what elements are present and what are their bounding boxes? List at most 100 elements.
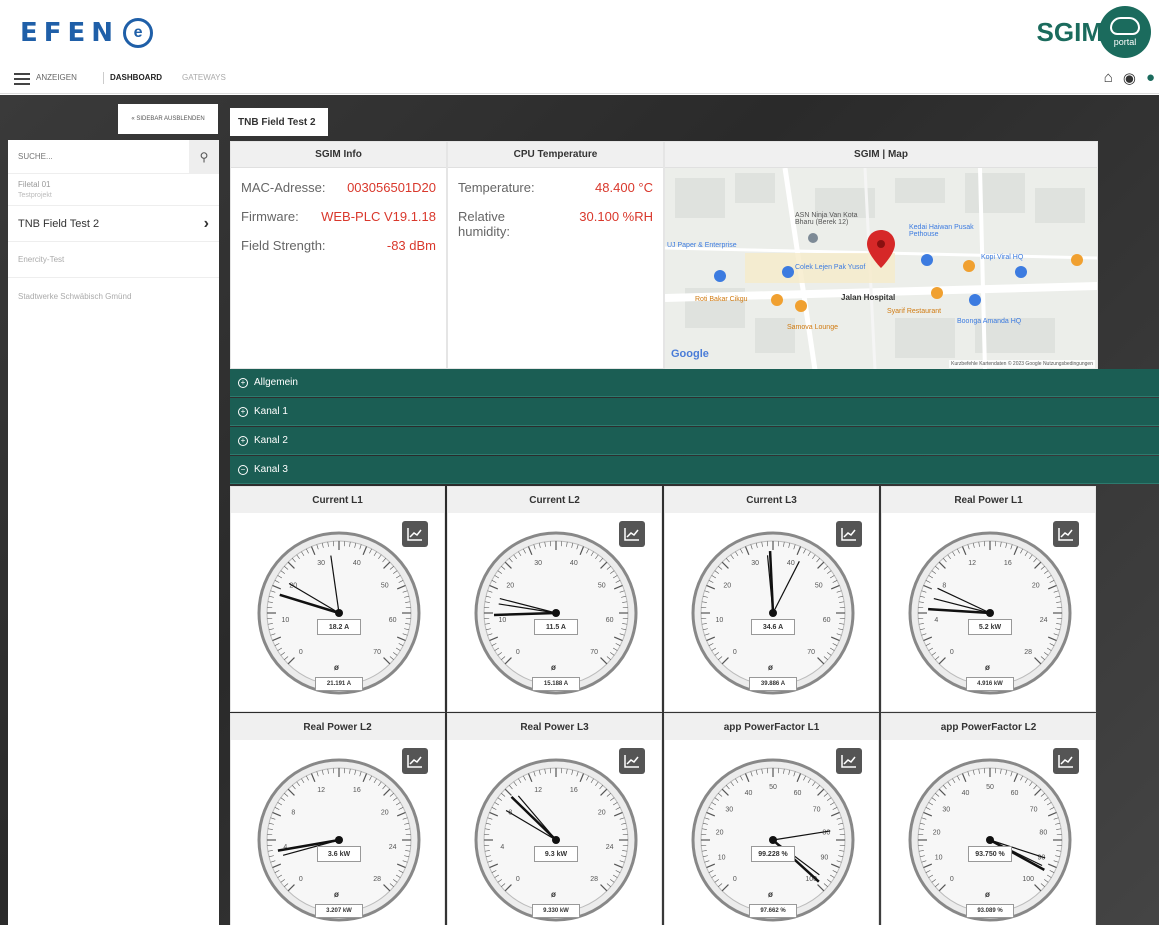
- panel-title: SGIM | Map: [665, 142, 1097, 168]
- gauge-tick-label: 40: [570, 560, 578, 567]
- gauge-tick-label: 40: [962, 790, 970, 797]
- gauge-average: 97.662 %: [749, 904, 797, 918]
- expand-icon: +: [238, 406, 248, 417]
- gauge-tick-label: 12: [534, 787, 542, 794]
- gauge-tick-label: 10: [935, 855, 943, 862]
- gauge-tick-label: 70: [373, 649, 381, 656]
- sidebar-item-stadtwerke[interactable]: Stadtwerke Schwäbisch Gmünd: [8, 278, 219, 314]
- gauge-tick-label: 16: [353, 787, 361, 794]
- gauge-tick-label: 28: [373, 876, 381, 883]
- cpu-temperature-panel: CPU Temperature Temperature: 48.400 °C R…: [447, 141, 664, 369]
- app-header: EFEN e SGIM portal: [0, 0, 1159, 64]
- map-label: Kedai Haiwan Pusak Pethouse: [909, 224, 974, 238]
- gauge-average: 9.330 kW: [532, 904, 580, 918]
- search-input[interactable]: [8, 140, 189, 173]
- efen-logo[interactable]: EFEN e: [20, 18, 154, 48]
- expand-icon: +: [238, 377, 248, 388]
- gauge-tick-label: 20: [716, 830, 724, 837]
- gauge-tick-label: 30: [534, 560, 542, 567]
- panel-title: CPU Temperature: [448, 142, 663, 168]
- gauge-tick-label: 80: [1039, 830, 1047, 837]
- info-row-humidity: Relative humidity: 30.100 %RH: [448, 209, 663, 239]
- gauge-tick-label: 30: [751, 560, 759, 567]
- tab-tnb-field-test[interactable]: TNB Field Test 2: [230, 108, 328, 136]
- gauge-title: Current L1: [231, 487, 444, 513]
- gauge-tick-label: 40: [787, 560, 795, 567]
- gauge-value: 99.228 %: [751, 846, 795, 862]
- menu-icon[interactable]: [14, 73, 30, 85]
- gauge-tick-label: 10: [718, 855, 726, 862]
- gauge-title: Real Power L3: [448, 714, 661, 740]
- average-icon: ø: [551, 663, 556, 672]
- sidebar-item-label: Enercity-Test: [18, 255, 65, 264]
- gauge-tick-label: 20: [1032, 582, 1040, 589]
- gauge-tick-label: 50: [815, 582, 823, 589]
- gauge-tick-label: 20: [506, 582, 514, 589]
- gauge-tick-label: 0: [516, 649, 520, 656]
- gauge-average: 3.207 kW: [315, 904, 363, 918]
- gauge-card: Current L101020304050607018.2 Aø21.191 A: [230, 486, 445, 712]
- gauge-tick-label: 50: [769, 784, 777, 791]
- gauge-tick-label: 12: [968, 560, 976, 567]
- gauge-tick-label: 24: [389, 844, 397, 851]
- google-logo: Google: [671, 348, 709, 360]
- gauge-tick-label: 40: [353, 560, 361, 567]
- sgim-portal-logo: SGIM portal: [1037, 6, 1151, 58]
- gauge-tick-label: 100: [1022, 876, 1034, 883]
- user-icon[interactable]: ●: [1146, 69, 1155, 87]
- mac-value: 003056501D20: [347, 180, 436, 195]
- nav-dashboard-link[interactable]: DASHBOARD: [110, 73, 162, 82]
- gauge-tick-label: 0: [733, 649, 737, 656]
- gauge-tick-label: 30: [725, 806, 733, 813]
- globe-icon[interactable]: ◉: [1123, 69, 1136, 87]
- nav-show-link[interactable]: ANZEIGEN: [36, 73, 77, 82]
- gauge-tick-label: 28: [1024, 649, 1032, 656]
- map-label: Jalan Hospital: [841, 293, 896, 302]
- info-row-mac: MAC-Adresse: 003056501D20: [231, 180, 446, 195]
- collapse-icon: −: [238, 464, 248, 475]
- nav-divider: [103, 72, 104, 84]
- logo-text: EFEN: [20, 18, 120, 48]
- sgim-info-panel: SGIM Info MAC-Adresse: 003056501D20 Firm…: [230, 141, 447, 369]
- gauge-tick-label: 60: [823, 617, 831, 624]
- map-panel: SGIM | Map ASN Ninja Van Kota Bharu (Ber…: [664, 141, 1098, 370]
- gauge-average: 39.886 A: [749, 677, 797, 691]
- gauge-tick-label: 10: [281, 617, 289, 624]
- gauge-title: Current L3: [665, 487, 878, 513]
- map-view[interactable]: ASN Ninja Van Kota Bharu (Berek 12) Keda…: [665, 168, 1097, 370]
- gauge-tick-label: 0: [950, 649, 954, 656]
- hide-sidebar-button[interactable]: « SIDEBAR AUSBLENDEN: [118, 104, 218, 134]
- gauge-tick-label: 16: [570, 787, 578, 794]
- search-icon[interactable]: ⚲: [189, 140, 219, 173]
- gauge-tick-label: 70: [813, 806, 821, 813]
- map-label: Syarif Restaurant: [887, 308, 942, 315]
- gauge-tick-label: 0: [516, 876, 520, 883]
- gauge-card: Real Power L1 0 4 8 12 16 20 24 28 5.2 kW ø 4.916 k…: [881, 486, 1096, 712]
- field-strength-label: Field Strength:: [241, 238, 326, 253]
- gauge-average: 15.188 A: [532, 677, 580, 691]
- gauge-tick-label: 8: [942, 582, 946, 589]
- gauge-tick-label: 28: [590, 876, 598, 883]
- home-icon[interactable]: ⌂: [1104, 69, 1113, 87]
- accordion-kanal-1[interactable]: + Kanal 1: [230, 398, 1159, 426]
- accordion-allgemein[interactable]: + Allgemein: [230, 369, 1159, 397]
- gauge-card: Current L2 0 10 20 30 40 50 60 70 11.5 A ø 15.188 A: [447, 486, 662, 712]
- temperature-label: Temperature:: [458, 180, 535, 195]
- accordion-kanal-2[interactable]: + Kanal 2: [230, 427, 1159, 455]
- sidebar: ⚲ Filetal 01 Testprojekt TNB Field Test …: [8, 140, 219, 925]
- sidebar-item-enercity[interactable]: Enercity-Test: [8, 242, 219, 278]
- sidebar-item-tnb[interactable]: TNB Field Test 2 ›: [8, 206, 219, 242]
- gauge-tick-label: 70: [1030, 806, 1038, 813]
- humidity-value: 30.100 %RH: [579, 209, 653, 224]
- gauge-tick-label: 10: [498, 617, 506, 624]
- gauge-tick-label: 50: [986, 784, 994, 791]
- accordion-label: Kanal 2: [254, 435, 288, 446]
- map-label: Kopi Viral HQ: [981, 254, 1024, 261]
- gauge-tick-label: 0: [950, 876, 954, 883]
- gauge-tick-label: 60: [794, 790, 802, 797]
- map-label: UJ Paper & Enterprise: [667, 242, 737, 249]
- gauge-tick-label: 20: [933, 830, 941, 837]
- accordion-kanal-3[interactable]: − Kanal 3: [230, 456, 1159, 484]
- gauge-tick-label: 20: [598, 809, 606, 816]
- nav-gateways-link[interactable]: GATEWAYS: [182, 73, 226, 82]
